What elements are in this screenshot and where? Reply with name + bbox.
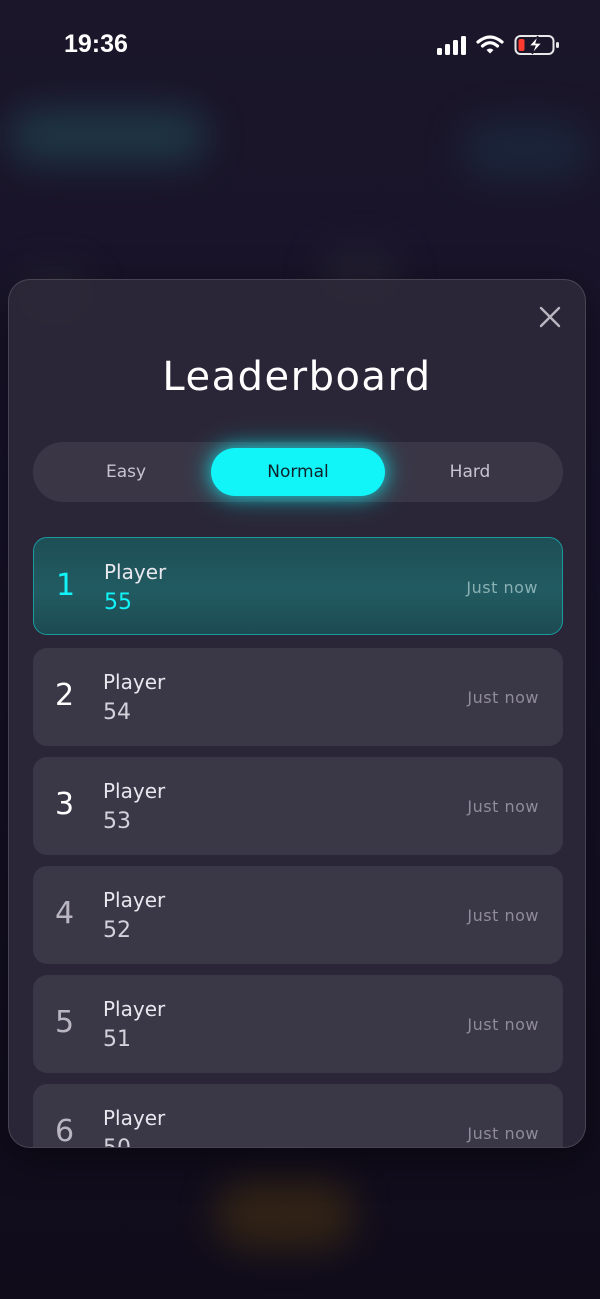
app-screen: 19:36 Leaderboard Easy Normal Hard 1 Pla…: [0, 0, 600, 1299]
tab-easy[interactable]: Easy: [39, 448, 213, 496]
player-score: 52: [103, 918, 131, 943]
rank-number: 1: [56, 568, 76, 603]
cellular-signal-icon: [437, 35, 466, 55]
difficulty-tabs: Easy Normal Hard: [33, 442, 563, 502]
player-score: 50: [103, 1136, 131, 1147]
leaderboard-modal: Leaderboard Easy Normal Hard 1 Player 55…: [8, 279, 586, 1148]
wifi-icon: [476, 35, 504, 54]
leaderboard-row[interactable]: 6 Player 50 Just now: [33, 1084, 563, 1147]
rank-number: 2: [55, 678, 75, 713]
rank-number: 3: [55, 787, 75, 822]
player-score: 54: [103, 700, 131, 725]
leaderboard-row[interactable]: 4 Player 52 Just now: [33, 866, 563, 964]
entry-time: Just now: [467, 688, 539, 707]
status-bar: 19:36: [0, 0, 600, 95]
entry-time: Just now: [466, 578, 538, 597]
player-name: Player: [104, 560, 167, 584]
player-name: Player: [103, 670, 166, 694]
rank-number: 6: [55, 1114, 75, 1147]
entry-time: Just now: [467, 797, 539, 816]
rank-number: 4: [55, 896, 75, 931]
leaderboard-row[interactable]: 2 Player 54 Just now: [33, 648, 563, 746]
tab-normal[interactable]: Normal: [211, 448, 385, 496]
close-icon: [539, 306, 561, 328]
battery-charging-icon: [514, 35, 559, 55]
player-score: 51: [103, 1027, 131, 1052]
background-blur-shape: [215, 1180, 355, 1250]
status-icons: [437, 34, 560, 56]
modal-title: Leaderboard: [162, 354, 432, 400]
entry-time: Just now: [467, 1015, 539, 1034]
leaderboard-list[interactable]: 1 Player 55 Just now 2 Player 54 Just no…: [33, 537, 563, 1147]
leaderboard-row[interactable]: 5 Player 51 Just now: [33, 975, 563, 1073]
entry-time: Just now: [467, 1124, 539, 1143]
tab-hard[interactable]: Hard: [383, 448, 557, 496]
rank-number: 5: [55, 1005, 75, 1040]
player-name: Player: [103, 888, 166, 912]
leaderboard-row[interactable]: 3 Player 53 Just now: [33, 757, 563, 855]
player-name: Player: [103, 1106, 166, 1130]
close-button[interactable]: [533, 300, 567, 334]
player-score: 55: [104, 590, 132, 615]
player-score: 53: [103, 809, 131, 834]
background-blur-shape: [460, 120, 590, 180]
status-time: 19:36: [64, 30, 128, 58]
leaderboard-row[interactable]: 1 Player 55 Just now: [33, 537, 563, 635]
background-blur-shape: [8, 108, 208, 164]
player-name: Player: [103, 779, 166, 803]
entry-time: Just now: [467, 906, 539, 925]
player-name: Player: [103, 997, 166, 1021]
